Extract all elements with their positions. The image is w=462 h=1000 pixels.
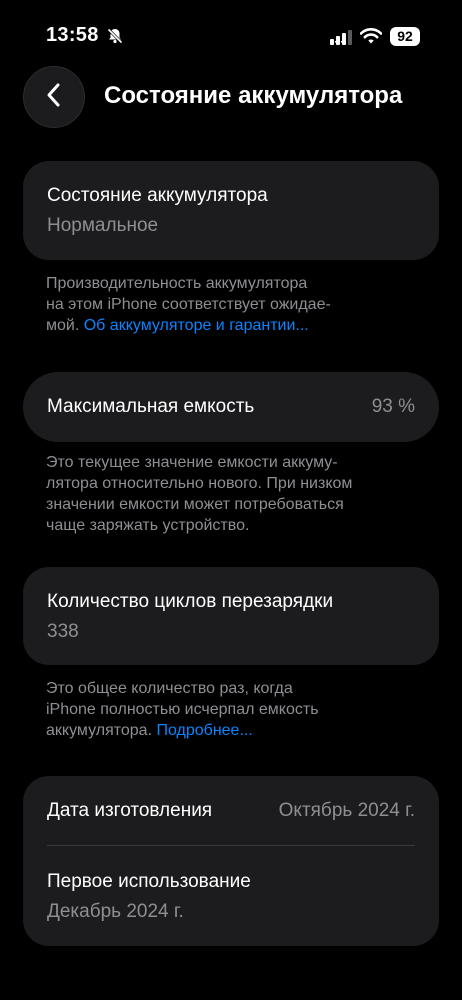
bell-slash-icon — [106, 27, 124, 45]
battery-warranty-link[interactable]: Об аккумуляторе и гарантии... — [84, 317, 309, 334]
manufacture-date-value: Октябрь 2024 г. — [278, 800, 415, 821]
maximum-capacity-value: 93 % — [371, 396, 415, 417]
cellular-signal-icon — [330, 29, 352, 45]
cycle-count-label: Количество циклов перезарядки — [47, 591, 334, 612]
cycle-count-card: Количество циклов перезарядки 338 — [23, 567, 439, 665]
note-line: на этом iPhone соответствует ожидае- — [46, 296, 331, 313]
note-line: Производительность аккумулятора — [46, 275, 308, 292]
divider — [47, 845, 415, 846]
first-use-label: Первое использование — [47, 871, 251, 892]
cycle-count-note: Это общее количество раз, когда iPhone п… — [46, 678, 416, 741]
note-line: лятора относительно нового. При низком — [46, 475, 353, 492]
first-use-value: Декабрь 2024 г. — [47, 901, 184, 922]
status-bar: 13:58 92 — [0, 0, 462, 70]
note-line: iPhone полностью исчерпал емкость — [46, 701, 319, 718]
learn-more-link[interactable]: Подробнее... — [156, 722, 252, 739]
cycle-count-value: 338 — [47, 621, 79, 642]
note-line: аккумулятора. Подробнее... — [46, 722, 253, 739]
battery-health-card: Состояние аккумулятора Нормальное — [23, 161, 439, 260]
manufacture-date-label: Дата изготовления — [47, 800, 213, 821]
status-time: 13:58 — [46, 24, 99, 46]
chevron-left-icon — [46, 82, 62, 113]
note-line: чаще заряжать устройство. — [46, 517, 250, 534]
maximum-capacity-card: Максимальная емкость 93 % — [23, 372, 439, 442]
note-line: Это общее количество раз, когда — [46, 680, 293, 697]
battery-health-label: Состояние аккумулятора — [47, 185, 268, 206]
note-line: мой. Об аккумуляторе и гарантии... — [46, 317, 309, 334]
battery-health-value: Нормальное — [47, 215, 159, 236]
wifi-icon — [359, 27, 383, 45]
page-title: Состояние аккумулятора — [104, 82, 403, 109]
maximum-capacity-note: Это текущее значение емкости аккуму- лят… — [46, 452, 416, 536]
battery-icon: 92 — [390, 27, 420, 46]
battery-health-note: Производительность аккумулятора на этом … — [46, 273, 416, 336]
note-line: значении емкости может потребоваться — [46, 496, 344, 513]
dates-card: Дата изготовления Октябрь 2024 г. Первое… — [23, 776, 439, 946]
maximum-capacity-label: Максимальная емкость — [47, 396, 255, 417]
note-line: Это текущее значение емкости аккуму- — [46, 454, 338, 471]
back-button[interactable] — [23, 66, 85, 128]
